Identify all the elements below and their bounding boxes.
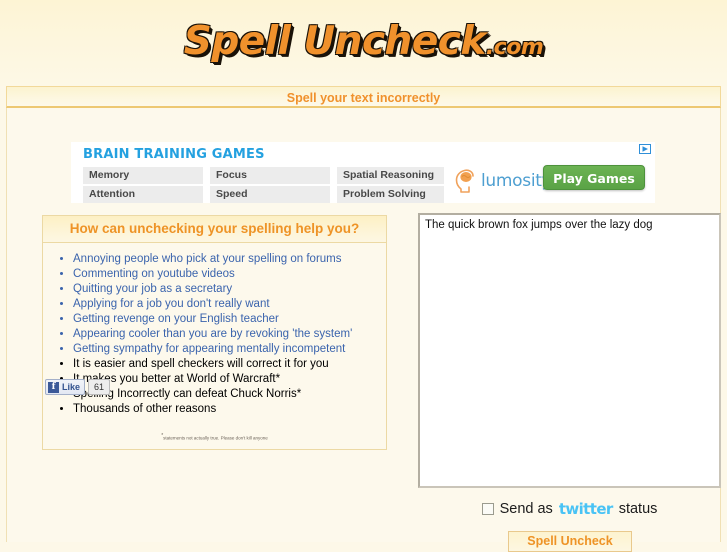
list-item: Thousands of other reasons xyxy=(73,402,386,417)
footnote: *statements not actually true. Please do… xyxy=(43,421,386,449)
list-item[interactable]: Annoying people who pick at your spellin… xyxy=(73,252,386,267)
list-item[interactable]: Applying for a job you don't really want xyxy=(73,297,386,312)
ad-title: BRAIN TRAINING GAMES xyxy=(83,147,265,162)
ad-category-cell[interactable]: Attention xyxy=(83,186,203,203)
page-content: BRAIN TRAINING GAMES Memory Attention Fo… xyxy=(6,108,721,542)
list-item-label: Getting sympathy for appearing mentally … xyxy=(73,343,346,355)
list-item-label: Appearing cooler than you are by revokin… xyxy=(73,328,353,340)
list-item[interactable]: Appearing cooler than you are by revokin… xyxy=(73,327,386,342)
twitter-prefix-label: Send as xyxy=(499,501,553,517)
list-item[interactable]: Getting sympathy for appearing mentally … xyxy=(73,342,386,357)
twitter-suffix-label: status xyxy=(618,501,658,517)
facebook-like-count: 61 xyxy=(88,379,111,395)
site-logo[interactable]: Spell Uncheck.com xyxy=(0,19,727,64)
advertiser-brand[interactable]: lumosity xyxy=(453,168,552,194)
ad-category-cell[interactable]: Spatial Reasoning xyxy=(337,167,444,184)
list-item-label: Commenting on youtube videos xyxy=(73,268,235,280)
ad-category-cell[interactable]: Memory xyxy=(83,167,203,184)
list-item-label: Thousands of other reasons xyxy=(73,403,217,415)
ad-category-column: Spatial Reasoning Problem Solving xyxy=(337,167,444,203)
lumosity-head-icon xyxy=(453,168,479,194)
play-games-button[interactable]: Play Games xyxy=(543,165,645,190)
facebook-f-icon: f xyxy=(48,381,59,393)
site-logo-main: Spell Uncheck xyxy=(183,19,487,64)
facebook-like-widget[interactable]: f Like 61 xyxy=(45,379,111,395)
site-header: Spell Uncheck.com xyxy=(0,0,727,86)
send-as-twitter-checkbox[interactable] xyxy=(481,503,494,515)
list-item-label: Getting revenge on your English teacher xyxy=(73,313,279,325)
list-item[interactable]: Quitting your job as a secretary xyxy=(73,282,386,297)
list-item-label: Applying for a job you don't really want xyxy=(73,298,270,310)
info-panel-heading: How can unchecking your spelling help yo… xyxy=(43,216,386,243)
ad-category-cell[interactable]: Speed xyxy=(210,186,330,203)
facebook-like-label: Like xyxy=(62,382,81,392)
list-item: It is easier and spell checkers will cor… xyxy=(73,357,386,372)
list-item-label: It is easier and spell checkers will cor… xyxy=(73,358,329,370)
tagline-wrapper: Spell your text incorrectly xyxy=(0,86,727,108)
list-item[interactable]: Commenting on youtube videos xyxy=(73,267,386,282)
adchoices-triangle-icon[interactable] xyxy=(639,144,651,154)
advertiser-name: lumosity xyxy=(481,171,552,191)
twitter-logo: twitter xyxy=(558,500,613,518)
list-item-label: Quitting your job as a secretary xyxy=(73,283,233,295)
footnote-text: statements not actually true. Please don… xyxy=(163,435,268,441)
info-panel: How can unchecking your spelling help yo… xyxy=(42,215,387,450)
site-tagline: Spell your text incorrectly xyxy=(6,86,721,108)
ad-category-grid: Memory Attention Focus Speed Spatial Rea… xyxy=(83,167,444,203)
list-item-label: Annoying people who pick at your spellin… xyxy=(73,253,342,265)
list-item: It makes you better at World of Warcraft… xyxy=(73,372,386,387)
advertisement-banner[interactable]: BRAIN TRAINING GAMES Memory Attention Fo… xyxy=(71,142,655,203)
ad-category-column: Focus Speed xyxy=(210,167,330,203)
spell-uncheck-submit-button[interactable]: Spell Uncheck xyxy=(508,531,632,552)
list-item: Spelling Incorrectly can defeat Chuck No… xyxy=(73,387,386,402)
site-logo-suffix: .com xyxy=(485,35,544,60)
twitter-option-row[interactable]: Send as twitter status xyxy=(418,500,721,518)
ad-category-column: Memory Attention xyxy=(83,167,203,203)
ad-category-cell[interactable]: Focus xyxy=(210,167,330,184)
facebook-like-button[interactable]: f Like xyxy=(45,379,86,395)
list-item[interactable]: Getting revenge on your English teacher xyxy=(73,312,386,327)
text-input-area[interactable] xyxy=(418,213,721,488)
ad-category-cell[interactable]: Problem Solving xyxy=(337,186,444,203)
